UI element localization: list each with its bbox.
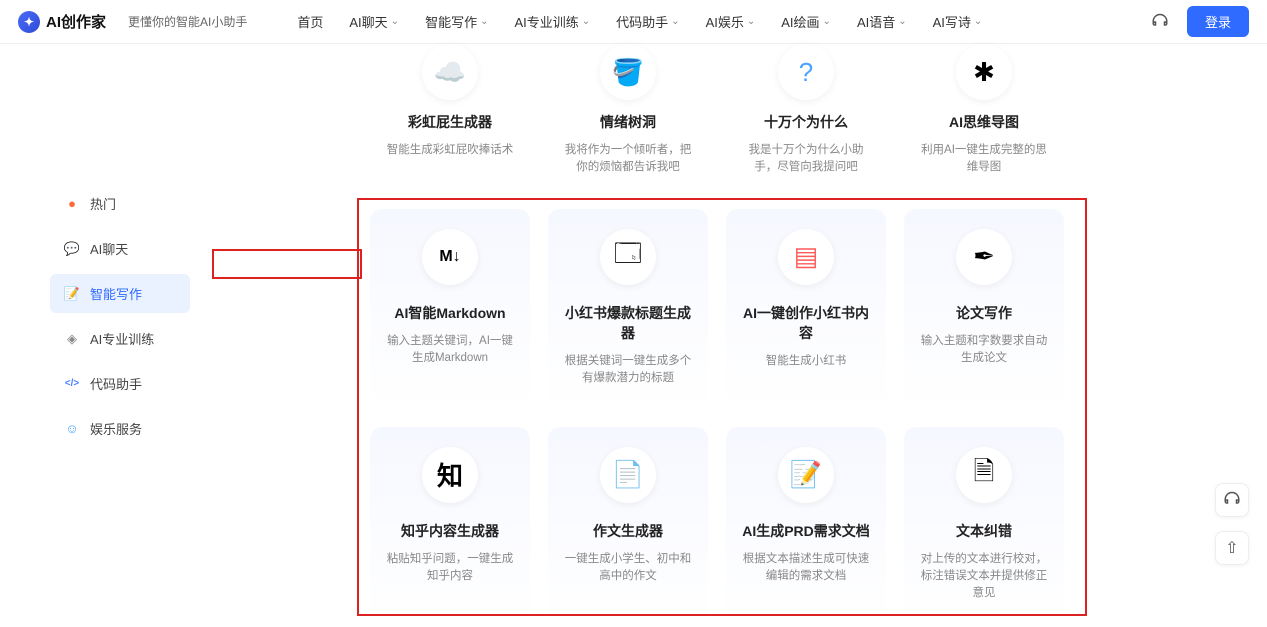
card-markdown[interactable]: M↓ AI智能Markdown 输入主题关键词，AI一键生成Markdown <box>370 209 530 409</box>
card-title: AI生成PRD需求文档 <box>742 521 870 541</box>
card-desc: 输入主题关键词，AI一键生成Markdown <box>384 333 516 368</box>
sidebar-item-label: AI聊天 <box>90 239 128 258</box>
arrow-up-icon: ⇧ <box>1225 538 1238 558</box>
nav-menu: 首页 AI聊天⌄ 智能写作⌄ AI专业训练⌄ 代码助手⌄ AI娱乐⌄ AI绘画⌄… <box>297 12 982 31</box>
nav-code-assist[interactable]: 代码助手⌄ <box>616 12 679 31</box>
card-desc: 利用AI一键生成完整的思维导图 <box>918 142 1050 177</box>
mindmap-icon: ✱ <box>956 44 1012 100</box>
card-title: AI智能Markdown <box>394 303 505 323</box>
sidebar-item-label: AI专业训练 <box>90 329 154 348</box>
top-nav: ✦ AI创作家 更懂你的智能AI小助手 首页 AI聊天⌄ 智能写作⌄ AI专业训… <box>0 0 1267 44</box>
card-xhs-title[interactable]: 🗔 小红书爆款标题生成器根据关键词一键生成多个有爆款潜力的标题 <box>548 209 708 409</box>
back-to-top-button[interactable]: ⇧ <box>1215 531 1249 565</box>
card-desc: 对上传的文本进行校对，标注错误文本并提供修正意见 <box>918 551 1050 603</box>
smile-icon: ☺ <box>64 421 80 437</box>
card-title: 作文生成器 <box>593 521 663 541</box>
card-desc: 粘贴知乎问题，一键生成知乎内容 <box>384 551 516 586</box>
card-desc: 输入主题和字数要求自动生成论文 <box>918 333 1050 368</box>
card-title: 小红书爆款标题生成器 <box>562 303 694 343</box>
headset-icon <box>1223 491 1241 509</box>
card-title: AI一键创作小红书内容 <box>740 303 872 343</box>
card-title: AI思维导图 <box>949 112 1019 132</box>
sidebar-item-chat[interactable]: 💬 AI聊天 <box>50 229 190 268</box>
card-rainbow[interactable]: ☁️ 彩虹屁生成器智能生成彩虹屁吹捧话术 <box>370 44 530 191</box>
chat-icon: 💬 <box>64 241 80 257</box>
chevron-down-icon: ⌄ <box>582 16 590 27</box>
card-why[interactable]: ? 十万个为什么我是十万个为什么小助手，尽管向我提问吧 <box>726 44 886 191</box>
chevron-down-icon: ⌄ <box>747 16 755 27</box>
nav-drawing[interactable]: AI绘画⌄ <box>781 12 831 31</box>
card-mindmap[interactable]: ✱ AI思维导图利用AI一键生成完整的思维导图 <box>904 44 1064 191</box>
sidebar-item-writing[interactable]: 📝 智能写作 <box>50 274 190 313</box>
sidebar-item-label: 热门 <box>90 194 116 213</box>
card-desc: 智能生成彩虹屁吹捧话术 <box>387 142 514 159</box>
nav-home[interactable]: 首页 <box>297 12 323 31</box>
sidebar-item-training[interactable]: ◈ AI专业训练 <box>50 319 190 358</box>
card-title: 文本纠错 <box>956 521 1012 541</box>
card-desc: 智能生成小红书 <box>766 353 847 370</box>
nav-ai-chat[interactable]: AI聊天⌄ <box>349 12 399 31</box>
chevron-down-icon: ⌄ <box>671 16 679 27</box>
code-icon: </> <box>64 376 80 392</box>
card-prd[interactable]: 📝 AI生成PRD需求文档根据文本描述生成可快速编辑的需求文档 <box>726 427 886 627</box>
main-grid: M↓ AI智能Markdown 输入主题关键词，AI一键生成Markdown 🗔 小红… <box>220 209 1097 627</box>
zhihu-icon: 知 <box>422 447 478 503</box>
edit-icon: 📝 <box>64 286 80 302</box>
rainbow-icon: ☁️ <box>422 44 478 100</box>
sidebar-item-code[interactable]: </> 代码助手 <box>50 364 190 403</box>
nav-voice[interactable]: AI语音⌄ <box>857 12 907 31</box>
card-desc: 根据文本描述生成可快速编辑的需求文档 <box>740 551 872 586</box>
card-title: 知乎内容生成器 <box>401 521 499 541</box>
chevron-down-icon: ⌄ <box>480 16 488 27</box>
card-zhihu[interactable]: 知知乎内容生成器粘贴知乎问题，一键生成知乎内容 <box>370 427 530 627</box>
login-button[interactable]: 登录 <box>1187 6 1249 37</box>
nav-entertainment[interactable]: AI娱乐⌄ <box>706 12 756 31</box>
nav-poetry[interactable]: AI写诗⌄ <box>933 12 983 31</box>
card-thesis[interactable]: ✒ 论文写作输入主题和字数要求自动生成论文 <box>904 209 1064 409</box>
card-title: 论文写作 <box>956 303 1012 323</box>
book-icon: ▤ <box>778 229 834 285</box>
bucket-icon: 🪣 <box>600 44 656 100</box>
support-button[interactable] <box>1215 483 1249 517</box>
window-icon: 🗔 <box>600 229 656 285</box>
doc-error-icon: 🗎 <box>956 447 1012 503</box>
sidebar-item-label: 代码助手 <box>90 374 142 393</box>
chevron-down-icon: ⌄ <box>391 16 399 27</box>
card-title: 彩虹屁生成器 <box>408 112 492 132</box>
card-desc: 根据关键词一键生成多个有爆款潜力的标题 <box>562 353 694 388</box>
card-correction[interactable]: 🗎 文本纠错对上传的文本进行校对，标注错误文本并提供修正意见 <box>904 427 1064 627</box>
card-desc: 我将作为一个倾听者，把你的烦恼都告诉我吧 <box>562 142 694 177</box>
card-desc: 我是十万个为什么小助手，尽管向我提问吧 <box>740 142 872 177</box>
fire-icon: ● <box>64 196 80 212</box>
headset-icon[interactable] <box>1151 13 1169 31</box>
card-emotion[interactable]: 🪣 情绪树洞我将作为一个倾听者，把你的烦恼都告诉我吧 <box>548 44 708 191</box>
sidebar-item-label: 娱乐服务 <box>90 419 142 438</box>
nav-smart-writing[interactable]: 智能写作⌄ <box>425 12 488 31</box>
nav-pro-training[interactable]: AI专业训练⌄ <box>514 12 590 31</box>
question-icon: ? <box>778 44 834 100</box>
doc-edit-icon: 📝 <box>778 447 834 503</box>
sidebar-item-entertainment[interactable]: ☺ 娱乐服务 <box>50 409 190 448</box>
logo-text: AI创作家 <box>46 11 106 32</box>
logo[interactable]: ✦ AI创作家 <box>18 11 106 33</box>
card-desc: 一键生成小学生、初中和高中的作文 <box>562 551 694 586</box>
pen-icon: ✒ <box>956 229 1012 285</box>
card-title: 情绪树洞 <box>600 112 656 132</box>
floating-actions: ⇧ <box>1215 483 1249 565</box>
sidebar-item-label: 智能写作 <box>90 284 142 303</box>
slogan: 更懂你的智能AI小助手 <box>128 13 247 30</box>
logo-icon: ✦ <box>18 11 40 33</box>
chevron-down-icon: ⌄ <box>823 16 831 27</box>
chevron-down-icon: ⌄ <box>974 16 982 27</box>
sidebar: ● 热门 💬 AI聊天 📝 智能写作 ◈ AI专业训练 </> 代码助手 ☺ 娱乐服务 <box>0 44 220 627</box>
top-cards-row: ☁️ 彩虹屁生成器智能生成彩虹屁吹捧话术 🪣 情绪树洞我将作为一个倾听者，把你的烦恼… <box>220 44 1097 191</box>
doc-icon: 📄 <box>600 447 656 503</box>
card-essay[interactable]: 📄 作文生成器一键生成小学生、初中和高中的作文 <box>548 427 708 627</box>
card-title: 十万个为什么 <box>764 112 848 132</box>
chevron-down-icon: ⌄ <box>898 16 906 27</box>
sidebar-item-hot[interactable]: ● 热门 <box>50 184 190 223</box>
card-xhs-content[interactable]: ▤ AI一键创作小红书内容智能生成小红书 <box>726 209 886 409</box>
markdown-icon: M↓ <box>422 229 478 285</box>
cube-icon: ◈ <box>64 331 80 347</box>
